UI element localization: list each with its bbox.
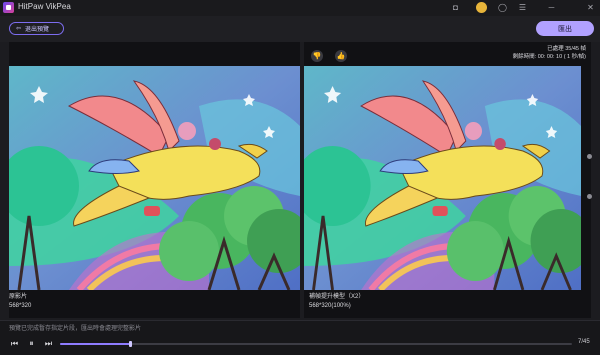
toolbar — [0, 16, 600, 42]
original-label: 原影片 — [9, 294, 28, 300]
timeline-slider[interactable] — [60, 341, 572, 347]
account-icon[interactable]: ◯ — [497, 2, 508, 13]
export-button[interactable]: 匯出 — [536, 21, 594, 36]
enhanced-video-frame — [304, 66, 581, 290]
original-video-frame — [9, 66, 300, 290]
previous-frame-button[interactable]: ⏮ — [10, 339, 19, 348]
next-frame-button[interactable]: ⏭ — [44, 339, 53, 348]
enhanced-size: 568*320(100%) — [309, 303, 351, 309]
discord-icon[interactable]: ◘ — [450, 2, 461, 13]
original-caption: 原影片 568*320 — [9, 293, 31, 311]
minimize-icon[interactable]: ─ — [546, 2, 557, 13]
close-icon[interactable]: ✕ — [585, 2, 596, 13]
timeline-progress — [60, 343, 130, 345]
pause-button[interactable]: ⏸ — [27, 339, 36, 348]
timeline-thumb[interactable] — [128, 341, 132, 347]
like-button[interactable]: 👍 — [335, 50, 347, 62]
exit-preview-label: 退出預覽 — [25, 27, 50, 33]
exit-preview-button[interactable]: ⇦ 退出預覽 — [9, 22, 64, 35]
exit-icon: ⇦ — [16, 26, 22, 32]
model-label: 補幀提升模型（X2） — [309, 294, 365, 300]
title-bar — [0, 0, 600, 16]
app-logo-icon — [3, 2, 14, 13]
menu-icon[interactable]: ☰ — [517, 2, 528, 13]
compare-toggle-icon[interactable] — [587, 194, 592, 199]
dislike-button[interactable]: 👎 — [311, 50, 323, 62]
view-toggle-icon[interactable] — [587, 154, 592, 159]
enhanced-caption: 補幀提升模型（X2） 568*320(100%) — [309, 293, 364, 311]
status-message: 預覽已完成暫存指定片段，匯出時會處理完整影片 — [9, 326, 142, 332]
user-avatar-icon[interactable] — [476, 2, 487, 13]
processing-progress: 已處理 35/45 幀 剩餘時間: 00: 00: 10 ( 1 秒/幀) — [513, 45, 586, 61]
original-size: 568*320 — [9, 303, 32, 309]
processed-frames: 已處理 35/45 幀 — [547, 46, 586, 52]
frame-counter: 7/45 — [578, 339, 590, 345]
app-title: HitPaw VikPea — [18, 2, 71, 11]
remaining-time: 剩餘時間: 00: 00: 10 ( 1 秒/幀) — [512, 54, 586, 60]
